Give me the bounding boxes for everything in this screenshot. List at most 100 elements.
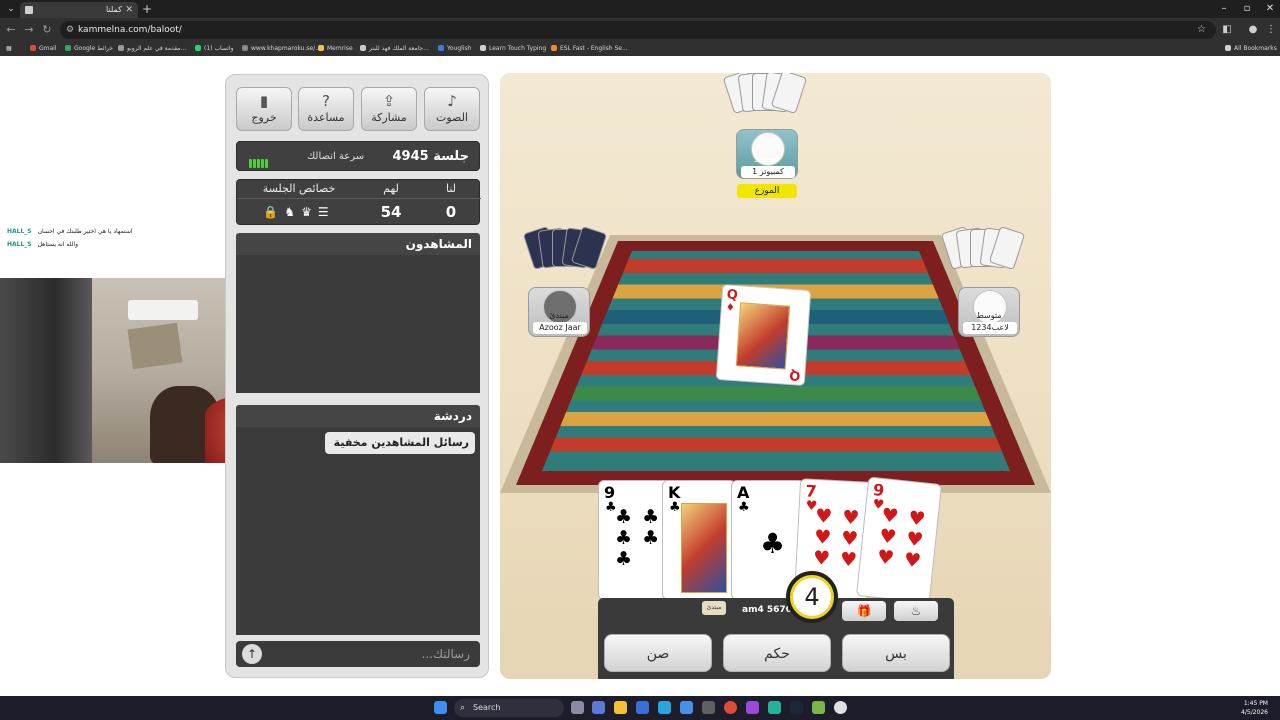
help-icon: ? <box>322 92 330 110</box>
steam-icon[interactable] <box>790 701 803 714</box>
forward-icon[interactable]: → <box>22 22 36 38</box>
top-player-avatar[interactable]: كمبيوتر كمبيوتر 1 <box>736 129 798 179</box>
all-bookmarks[interactable]: All Bookmarks <box>1225 42 1277 56</box>
app-icon[interactable] <box>834 701 847 714</box>
left-player-avatar[interactable]: مبتدئ Azooz Jaar <box>528 287 590 337</box>
tab-search-icon[interactable]: ⌄ <box>4 3 18 15</box>
bookmark-item[interactable]: (1) واتساب <box>195 42 233 56</box>
share-button[interactable]: ⇪ مشاركة <box>361 87 417 131</box>
window-close-icon[interactable]: ✕ <box>1260 1 1280 17</box>
bookmark-item[interactable]: Gmail <box>30 42 57 56</box>
bookmark-label: Learn Touch Typing <box>489 45 547 52</box>
folder-icon <box>1225 45 1231 51</box>
minimize-icon[interactable]: – <box>1214 1 1234 17</box>
club-pips-icon: ♣ <box>760 527 786 560</box>
system-clock: 1:45 PM 4/5/2026 <box>1241 699 1268 717</box>
bookmark-item[interactable]: جامعة الملك فهد للبتر... <box>360 42 429 56</box>
chat-title: دردشة <box>433 409 472 423</box>
exit-button[interactable]: ▮ خروج <box>236 87 292 131</box>
task-view-icon[interactable] <box>571 701 584 714</box>
rug-stripe <box>570 386 981 401</box>
bookmark-item[interactable]: ESL Fast - English Se... <box>551 42 628 56</box>
browser-tab-bar: ⌄ كملنا ✕ + – ▫ ✕ <box>0 0 1280 18</box>
store-icon[interactable] <box>636 701 649 714</box>
star-icon[interactable]: ☆ <box>1197 22 1206 38</box>
right-player-cards <box>940 225 1026 289</box>
page-icon <box>118 45 124 51</box>
chat-messages <box>236 459 480 635</box>
hand-card[interactable]: 9 ♣ ♣ ♣ ♣ ♣ ♣ <box>598 480 672 600</box>
maps-icon <box>65 45 71 51</box>
right-player-tag: لاعب1234 <box>963 322 1017 334</box>
fire-icon[interactable]: ♨ <box>894 601 938 621</box>
browser-tab[interactable]: كملنا ✕ <box>20 2 138 18</box>
back-icon[interactable]: ← <box>4 22 18 38</box>
gift-icon[interactable]: 🎁 <box>842 601 886 621</box>
right-player-name: متوسط <box>976 311 1002 320</box>
apps-icon[interactable]: ▦ <box>6 42 12 56</box>
esl-icon <box>551 45 557 51</box>
reload-icon[interactable]: ↻ <box>40 22 54 38</box>
queen-face-icon <box>735 302 791 370</box>
menu-icon[interactable]: ⋮ <box>1264 22 1278 38</box>
pass-button[interactable]: بس <box>842 634 950 672</box>
sound-button[interactable]: ♪ الصوت <box>424 87 480 131</box>
played-card-rank-bottom: Q <box>788 366 801 383</box>
profile-icon[interactable]: ● <box>1246 22 1260 38</box>
message-input[interactable]: ↑ ...رسالتك <box>236 641 480 667</box>
url-text: kammelna.com/baloot/ <box>78 25 182 35</box>
url-field[interactable]: ⚙ kammelna.com/baloot/ ☆ <box>60 21 1216 39</box>
hand-card[interactable]: K ♣ <box>662 480 736 600</box>
them-score: 54 <box>380 203 402 221</box>
app-icon[interactable] <box>768 701 781 714</box>
help-button[interactable]: ? مساعدة <box>298 87 354 131</box>
exit-icon: ▮ <box>259 92 269 110</box>
us-score: 0 <box>445 203 457 221</box>
played-card: Q ♦ Q <box>715 284 812 386</box>
mail-icon[interactable] <box>680 701 693 714</box>
hand-card[interactable]: 9 ♥ ♥ ♥ ♥ ♥ ♥ ♥ <box>855 476 943 604</box>
session-info: سرعة اتصالك جلسة 4945 <box>236 141 480 171</box>
obs-icon[interactable] <box>702 701 715 714</box>
hokm-bid-button[interactable]: حكم <box>723 634 831 672</box>
spectators-title: المشاهدون <box>405 237 472 251</box>
send-arrow-icon[interactable]: ↑ <box>242 644 262 664</box>
chrome-icon[interactable] <box>724 701 737 714</box>
maximize-icon[interactable]: ▫ <box>1237 1 1257 17</box>
search-label: Search <box>473 703 501 712</box>
tab-close-icon[interactable]: ✕ <box>125 3 133 17</box>
heart-pips-icon: ♥ ♥ ♥ ♥ ♥ ♥ <box>875 504 929 573</box>
top-player-name: كمبيوتر <box>754 153 780 162</box>
copilot-icon[interactable] <box>592 701 605 714</box>
left-player-tag: Azooz Jaar <box>533 322 587 334</box>
bookmark-item[interactable]: Youglish <box>438 42 471 56</box>
share-label: مشاركة <box>371 111 407 124</box>
turn-timer: 4 <box>786 571 838 623</box>
bookmark-item[interactable]: مقدمة في علم الروبو... <box>118 42 186 56</box>
bookmark-item[interactable]: Memrise <box>318 42 353 56</box>
taskbar-search[interactable]: ⌕ Search <box>454 699 564 717</box>
start-icon[interactable] <box>434 701 447 714</box>
edge-icon[interactable] <box>658 701 671 714</box>
new-tab-icon[interactable]: + <box>142 1 152 17</box>
sun-bid-button[interactable]: صن <box>604 634 712 672</box>
app-icon[interactable] <box>812 701 825 714</box>
site-info-icon[interactable]: ⚙ <box>66 23 74 37</box>
app-icon[interactable] <box>746 701 759 714</box>
session-title: جلسة 4945 <box>392 149 469 164</box>
stream-chat: HALL_S استمهاد يا هي اختير طلبتك في احسان… <box>7 225 133 251</box>
file-explorer-icon[interactable] <box>614 701 627 714</box>
bookmark-item[interactable]: www.khapmaroku.se/... <box>242 42 321 56</box>
right-player-avatar[interactable]: متوسط لاعب1234 <box>958 287 1020 337</box>
rug-stripe <box>622 259 929 274</box>
stream-chat-message: HALL_S استمهاد يا هي اختير طلبتك في احسان <box>7 225 133 238</box>
left-player-cards <box>522 225 608 289</box>
extensions-icon[interactable]: ◧ <box>1220 22 1234 38</box>
bookmark-label: Gmail <box>39 45 57 52</box>
spectators-header: المشاهدون <box>236 233 480 255</box>
webcam-frame <box>127 322 183 370</box>
bookmark-item[interactable]: Learn Touch Typing <box>480 42 546 56</box>
bookmark-item[interactable]: Google خرائط <box>65 42 113 56</box>
bookmark-label: Google خرائط <box>74 45 114 52</box>
chat-text: استمهاد يا هي اختير طلبتك في احسان <box>37 228 133 235</box>
